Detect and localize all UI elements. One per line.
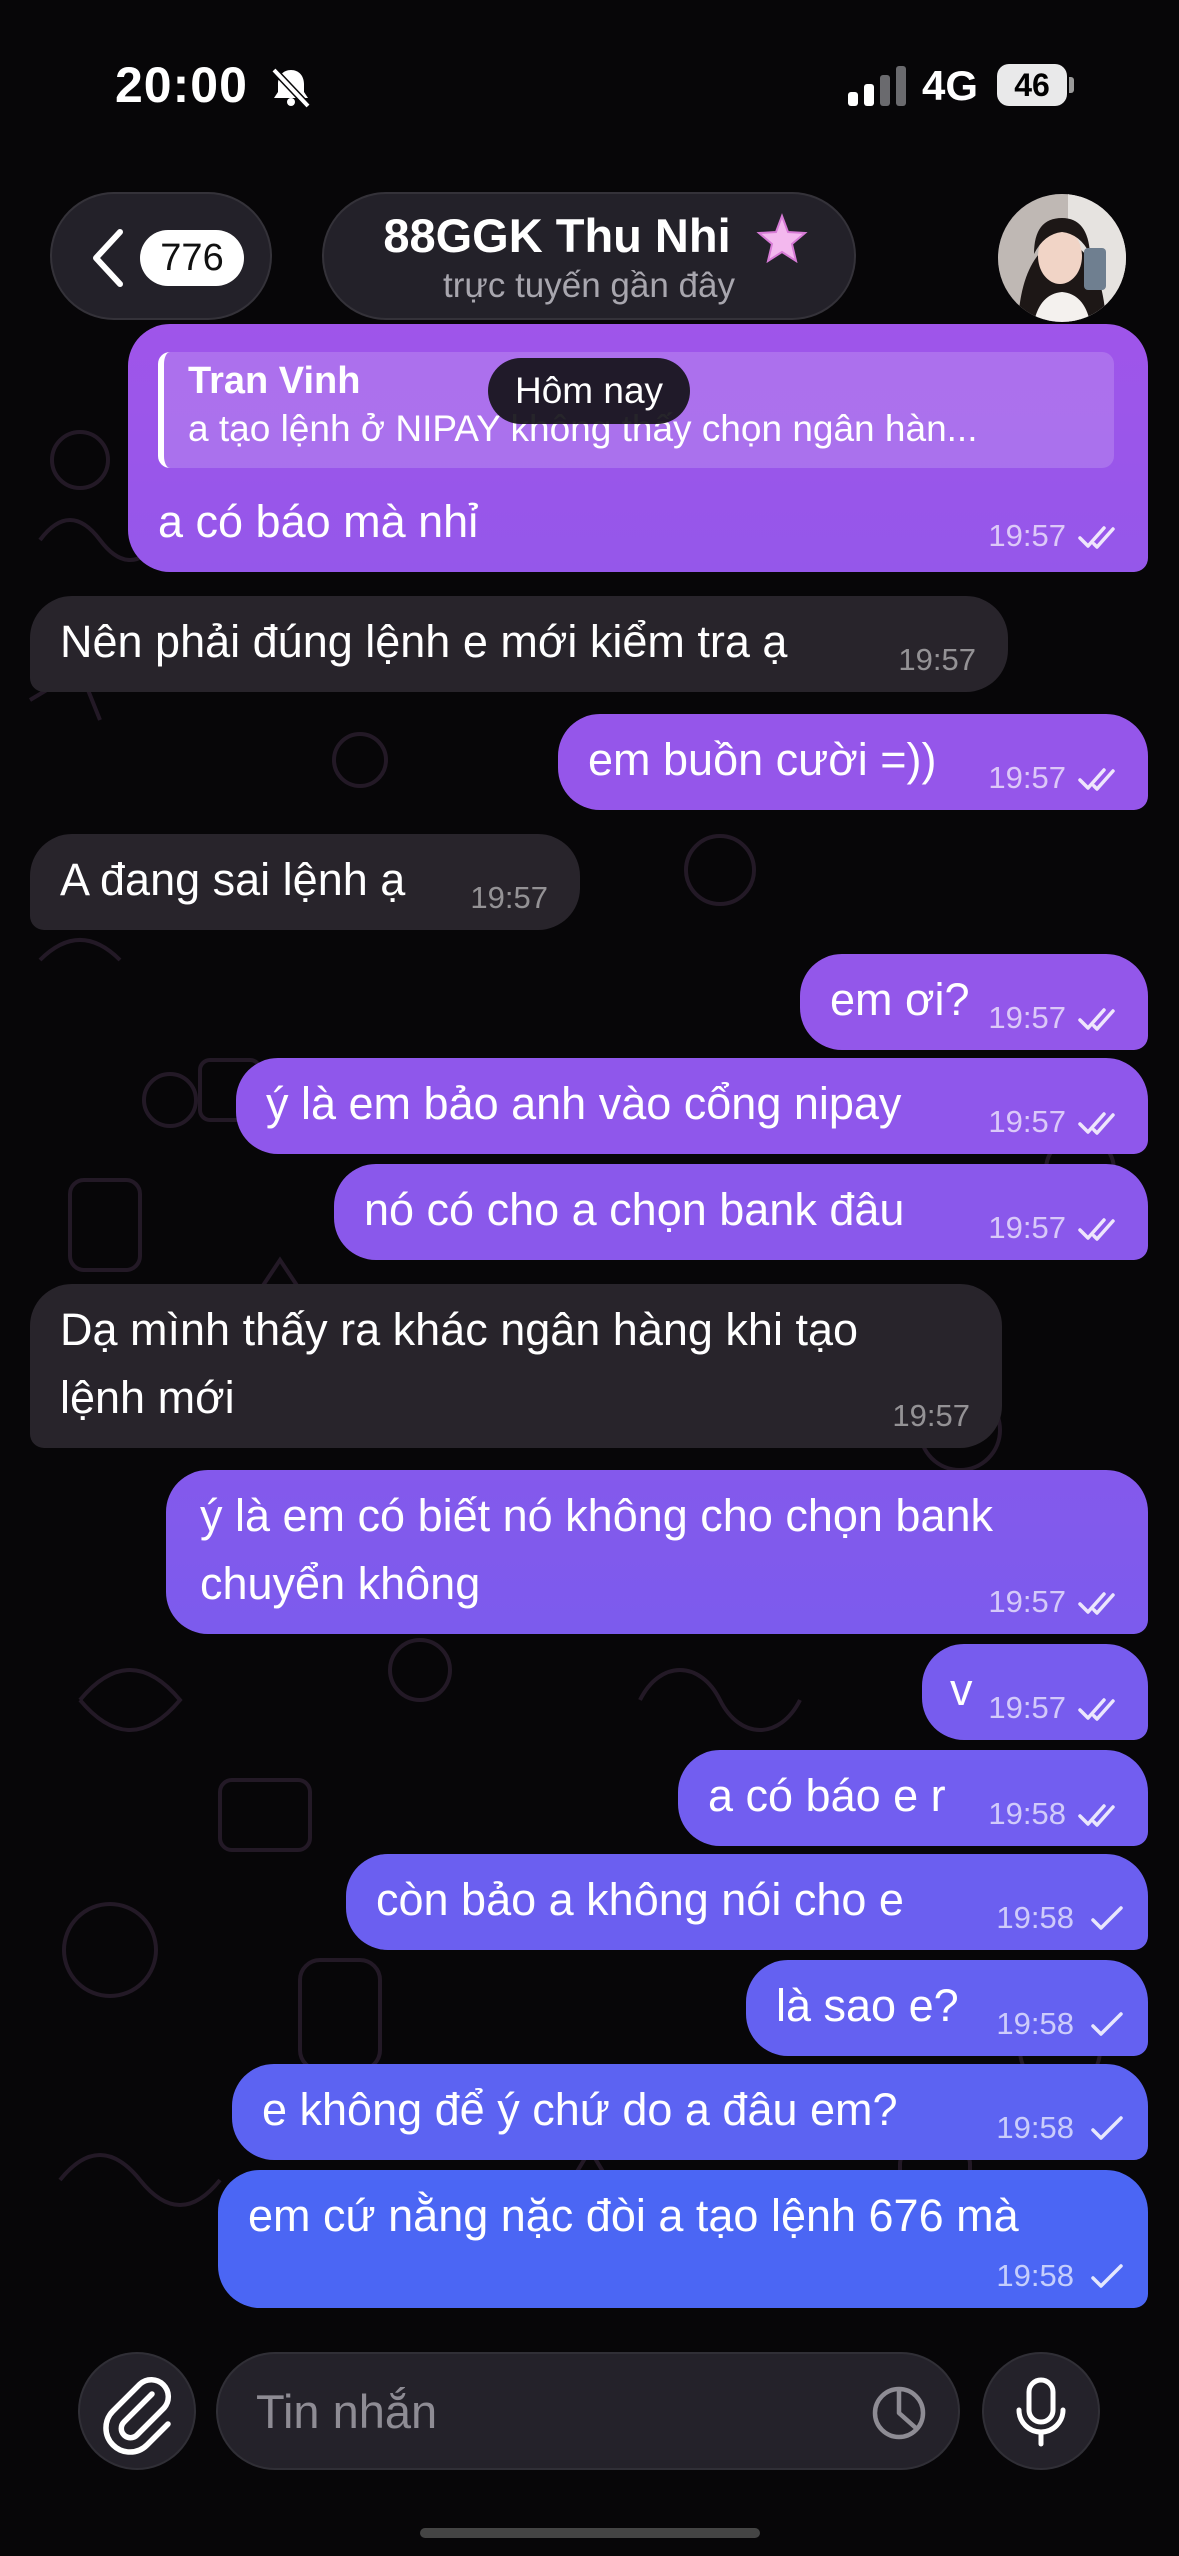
chat-header[interactable]: 88GGK Thu Nhi trực tuyến gần đây — [322, 192, 856, 320]
message-bubble-outgoing[interactable]: ý là em bảo anh vào cổng nipay 19:57 — [236, 1058, 1148, 1154]
message-time: 19:57 — [988, 760, 1066, 795]
message-text: A đang sai lệnh ạ — [60, 854, 406, 905]
unread-count-badge: 776 — [140, 230, 244, 286]
message-bubble-outgoing[interactable]: a có báo e r 19:58 — [678, 1750, 1148, 1846]
message-input-placeholder: Tin nhắn — [256, 2385, 438, 2438]
message-text: em buồn cười =)) — [588, 734, 937, 785]
double-check-icon — [1078, 1218, 1115, 1241]
message-bubble-outgoing[interactable]: em buồn cười =)) 19:57 — [558, 714, 1148, 810]
message-bubble-outgoing[interactable]: em cứ nằng nặc đòi a tạo lệnh 676 mà 19:… — [218, 2170, 1148, 2308]
double-check-icon — [1078, 1592, 1115, 1615]
status-time: 20:00 — [115, 57, 248, 113]
chat-title: 88GGK Thu Nhi — [383, 209, 731, 262]
avatar[interactable] — [998, 194, 1126, 322]
message-time: 19:57 — [470, 880, 548, 915]
reply-author: Tran Vinh — [188, 360, 361, 402]
message-time: 19:58 — [996, 2006, 1074, 2041]
message-time: 19:57 — [988, 1584, 1066, 1619]
message-time: 19:58 — [996, 2110, 1074, 2145]
attach-button[interactable] — [78, 2352, 196, 2470]
message-time: 19:57 — [988, 1690, 1066, 1725]
message-text: a có báo mà nhỉ — [158, 496, 479, 547]
message-text: còn bảo a không nói cho e — [376, 1874, 904, 1925]
chat-status: trực tuyến gần đây — [443, 266, 735, 305]
battery-level: 46 — [997, 64, 1067, 106]
message-bubble-incoming[interactable]: Dạ mình thấy ra khác ngân hàng khi tạo l… — [30, 1284, 1002, 1448]
microphone-icon — [1016, 2377, 1066, 2447]
double-check-icon — [1078, 768, 1115, 791]
message-text: Nên phải đúng lệnh e mới kiểm tra ạ — [60, 616, 788, 667]
bell-slash-icon — [271, 67, 311, 109]
microphone-button[interactable] — [982, 2352, 1100, 2470]
message-text-line: chuyển không — [200, 1558, 481, 1609]
message-bubble-outgoing[interactable]: ý là em có biết nó không cho chọn bank c… — [166, 1470, 1148, 1634]
message-time: 19:57 — [988, 1104, 1066, 1139]
message-bubble-outgoing[interactable]: e không để ý chứ do a đâu em? 19:58 — [232, 2064, 1148, 2160]
message-text-line: Dạ mình thấy ra khác ngân hàng khi tạo — [60, 1304, 859, 1355]
message-bubble-outgoing[interactable]: em ơi? 19:57 — [800, 954, 1148, 1050]
message-bubble-incoming[interactable]: Nên phải đúng lệnh e mới kiểm tra ạ 19:5… — [30, 596, 1008, 692]
single-check-icon — [1091, 1906, 1123, 1930]
message-input[interactable]: Tin nhắn — [216, 2352, 960, 2470]
double-check-icon — [1078, 1112, 1115, 1135]
double-check-icon — [1078, 526, 1115, 549]
home-indicator — [420, 2528, 760, 2538]
message-text-line: lệnh mới — [60, 1372, 235, 1423]
message-text: em cứ nằng nặc đòi a tạo lệnh 676 mà — [248, 2190, 1019, 2241]
message-bubble-outgoing[interactable]: nó có cho a chọn bank đâu 19:57 — [334, 1164, 1148, 1260]
single-check-icon — [1091, 2264, 1123, 2288]
message-bubble-outgoing[interactable]: là sao e? 19:58 — [746, 1960, 1148, 2056]
single-check-icon — [1091, 2116, 1123, 2140]
message-time: 19:58 — [996, 1900, 1074, 1935]
back-button[interactable]: 776 — [50, 192, 272, 320]
message-bubble-outgoing[interactable]: v 19:57 — [922, 1644, 1148, 1740]
message-text-line: ý là em có biết nó không cho chọn bank — [200, 1490, 994, 1541]
double-check-icon — [1078, 1804, 1115, 1827]
message-time: 19:57 — [892, 1398, 970, 1433]
message-text: e không để ý chứ do a đâu em? — [262, 2084, 898, 2135]
message-text: nó có cho a chọn bank đâu — [364, 1184, 905, 1235]
double-check-icon — [1078, 1698, 1115, 1721]
network-type: 4G — [922, 62, 979, 109]
message-text: ý là em bảo anh vào cổng nipay — [266, 1078, 902, 1129]
message-text: v — [950, 1664, 973, 1715]
message-bubble-outgoing[interactable]: còn bảo a không nói cho e 19:58 — [346, 1854, 1148, 1950]
message-time: 19:57 — [898, 642, 976, 677]
message-time: 19:58 — [988, 1796, 1066, 1831]
single-check-icon — [1091, 2012, 1123, 2036]
message-time: 19:58 — [996, 2258, 1074, 2293]
battery-icon: 46 — [997, 64, 1075, 106]
chevron-left-icon — [93, 229, 123, 287]
message-text: em ơi? — [830, 974, 970, 1025]
star-icon — [756, 213, 808, 264]
message-bubble-incoming[interactable]: A đang sai lệnh ạ 19:57 — [30, 834, 580, 930]
date-separator: Hôm nay — [488, 358, 690, 424]
message-time: 19:57 — [988, 1210, 1066, 1245]
double-check-icon — [1078, 1008, 1115, 1031]
message-time: 19:57 — [988, 1000, 1066, 1035]
signal-icon — [848, 66, 906, 106]
message-text: là sao e? — [776, 1980, 959, 2031]
paperclip-icon — [103, 2377, 171, 2455]
sticker-icon[interactable] — [870, 2384, 928, 2442]
avatar-image — [998, 194, 1126, 322]
message-text: a có báo e r — [708, 1770, 946, 1821]
message-time: 19:57 — [988, 518, 1066, 553]
